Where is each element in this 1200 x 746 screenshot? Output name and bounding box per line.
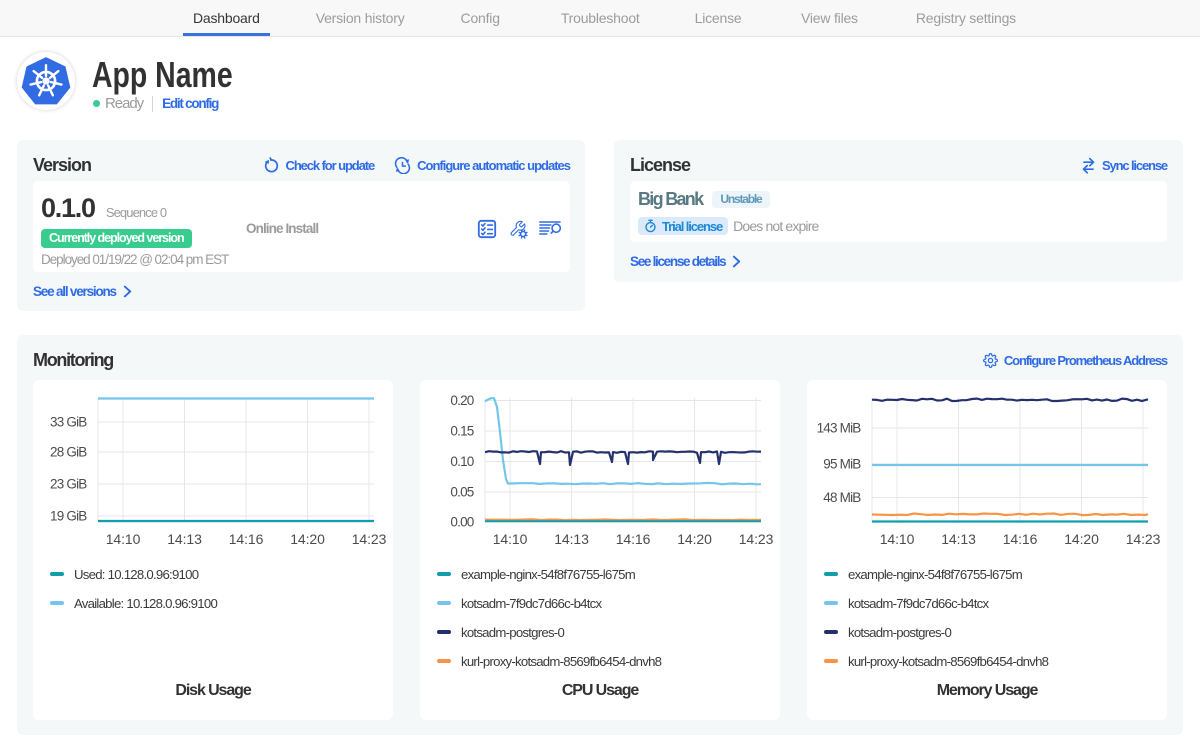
svg-text:14:20: 14:20 <box>1064 531 1099 547</box>
svg-text:14:23: 14:23 <box>1126 531 1161 547</box>
svg-text:14:10: 14:10 <box>106 531 141 547</box>
svg-text:0.00: 0.00 <box>450 515 473 530</box>
svg-text:14:13: 14:13 <box>554 531 589 547</box>
svg-text:14:23: 14:23 <box>739 531 774 547</box>
svg-text:33 GiB: 33 GiB <box>50 415 87 430</box>
svg-text:95 MiB: 95 MiB <box>823 457 861 472</box>
svg-text:14:16: 14:16 <box>616 531 651 547</box>
svg-text:0.10: 0.10 <box>450 454 473 469</box>
svg-text:14:20: 14:20 <box>290 531 325 547</box>
svg-text:0.20: 0.20 <box>450 393 473 408</box>
svg-text:19 GiB: 19 GiB <box>50 509 87 524</box>
svg-text:14:10: 14:10 <box>493 531 528 547</box>
svg-text:0.05: 0.05 <box>450 485 473 500</box>
svg-text:28 GiB: 28 GiB <box>50 445 87 460</box>
svg-text:23 GiB: 23 GiB <box>50 477 87 492</box>
svg-text:14:13: 14:13 <box>167 531 202 547</box>
svg-text:0.15: 0.15 <box>450 424 473 439</box>
svg-text:143 MiB: 143 MiB <box>817 421 862 436</box>
svg-text:14:10: 14:10 <box>880 531 915 547</box>
svg-text:14:23: 14:23 <box>352 531 387 547</box>
svg-text:14:16: 14:16 <box>1003 531 1038 547</box>
svg-text:14:16: 14:16 <box>229 531 264 547</box>
svg-text:14:20: 14:20 <box>677 531 712 547</box>
svg-text:14:13: 14:13 <box>941 531 976 547</box>
svg-text:48 MiB: 48 MiB <box>823 490 861 505</box>
